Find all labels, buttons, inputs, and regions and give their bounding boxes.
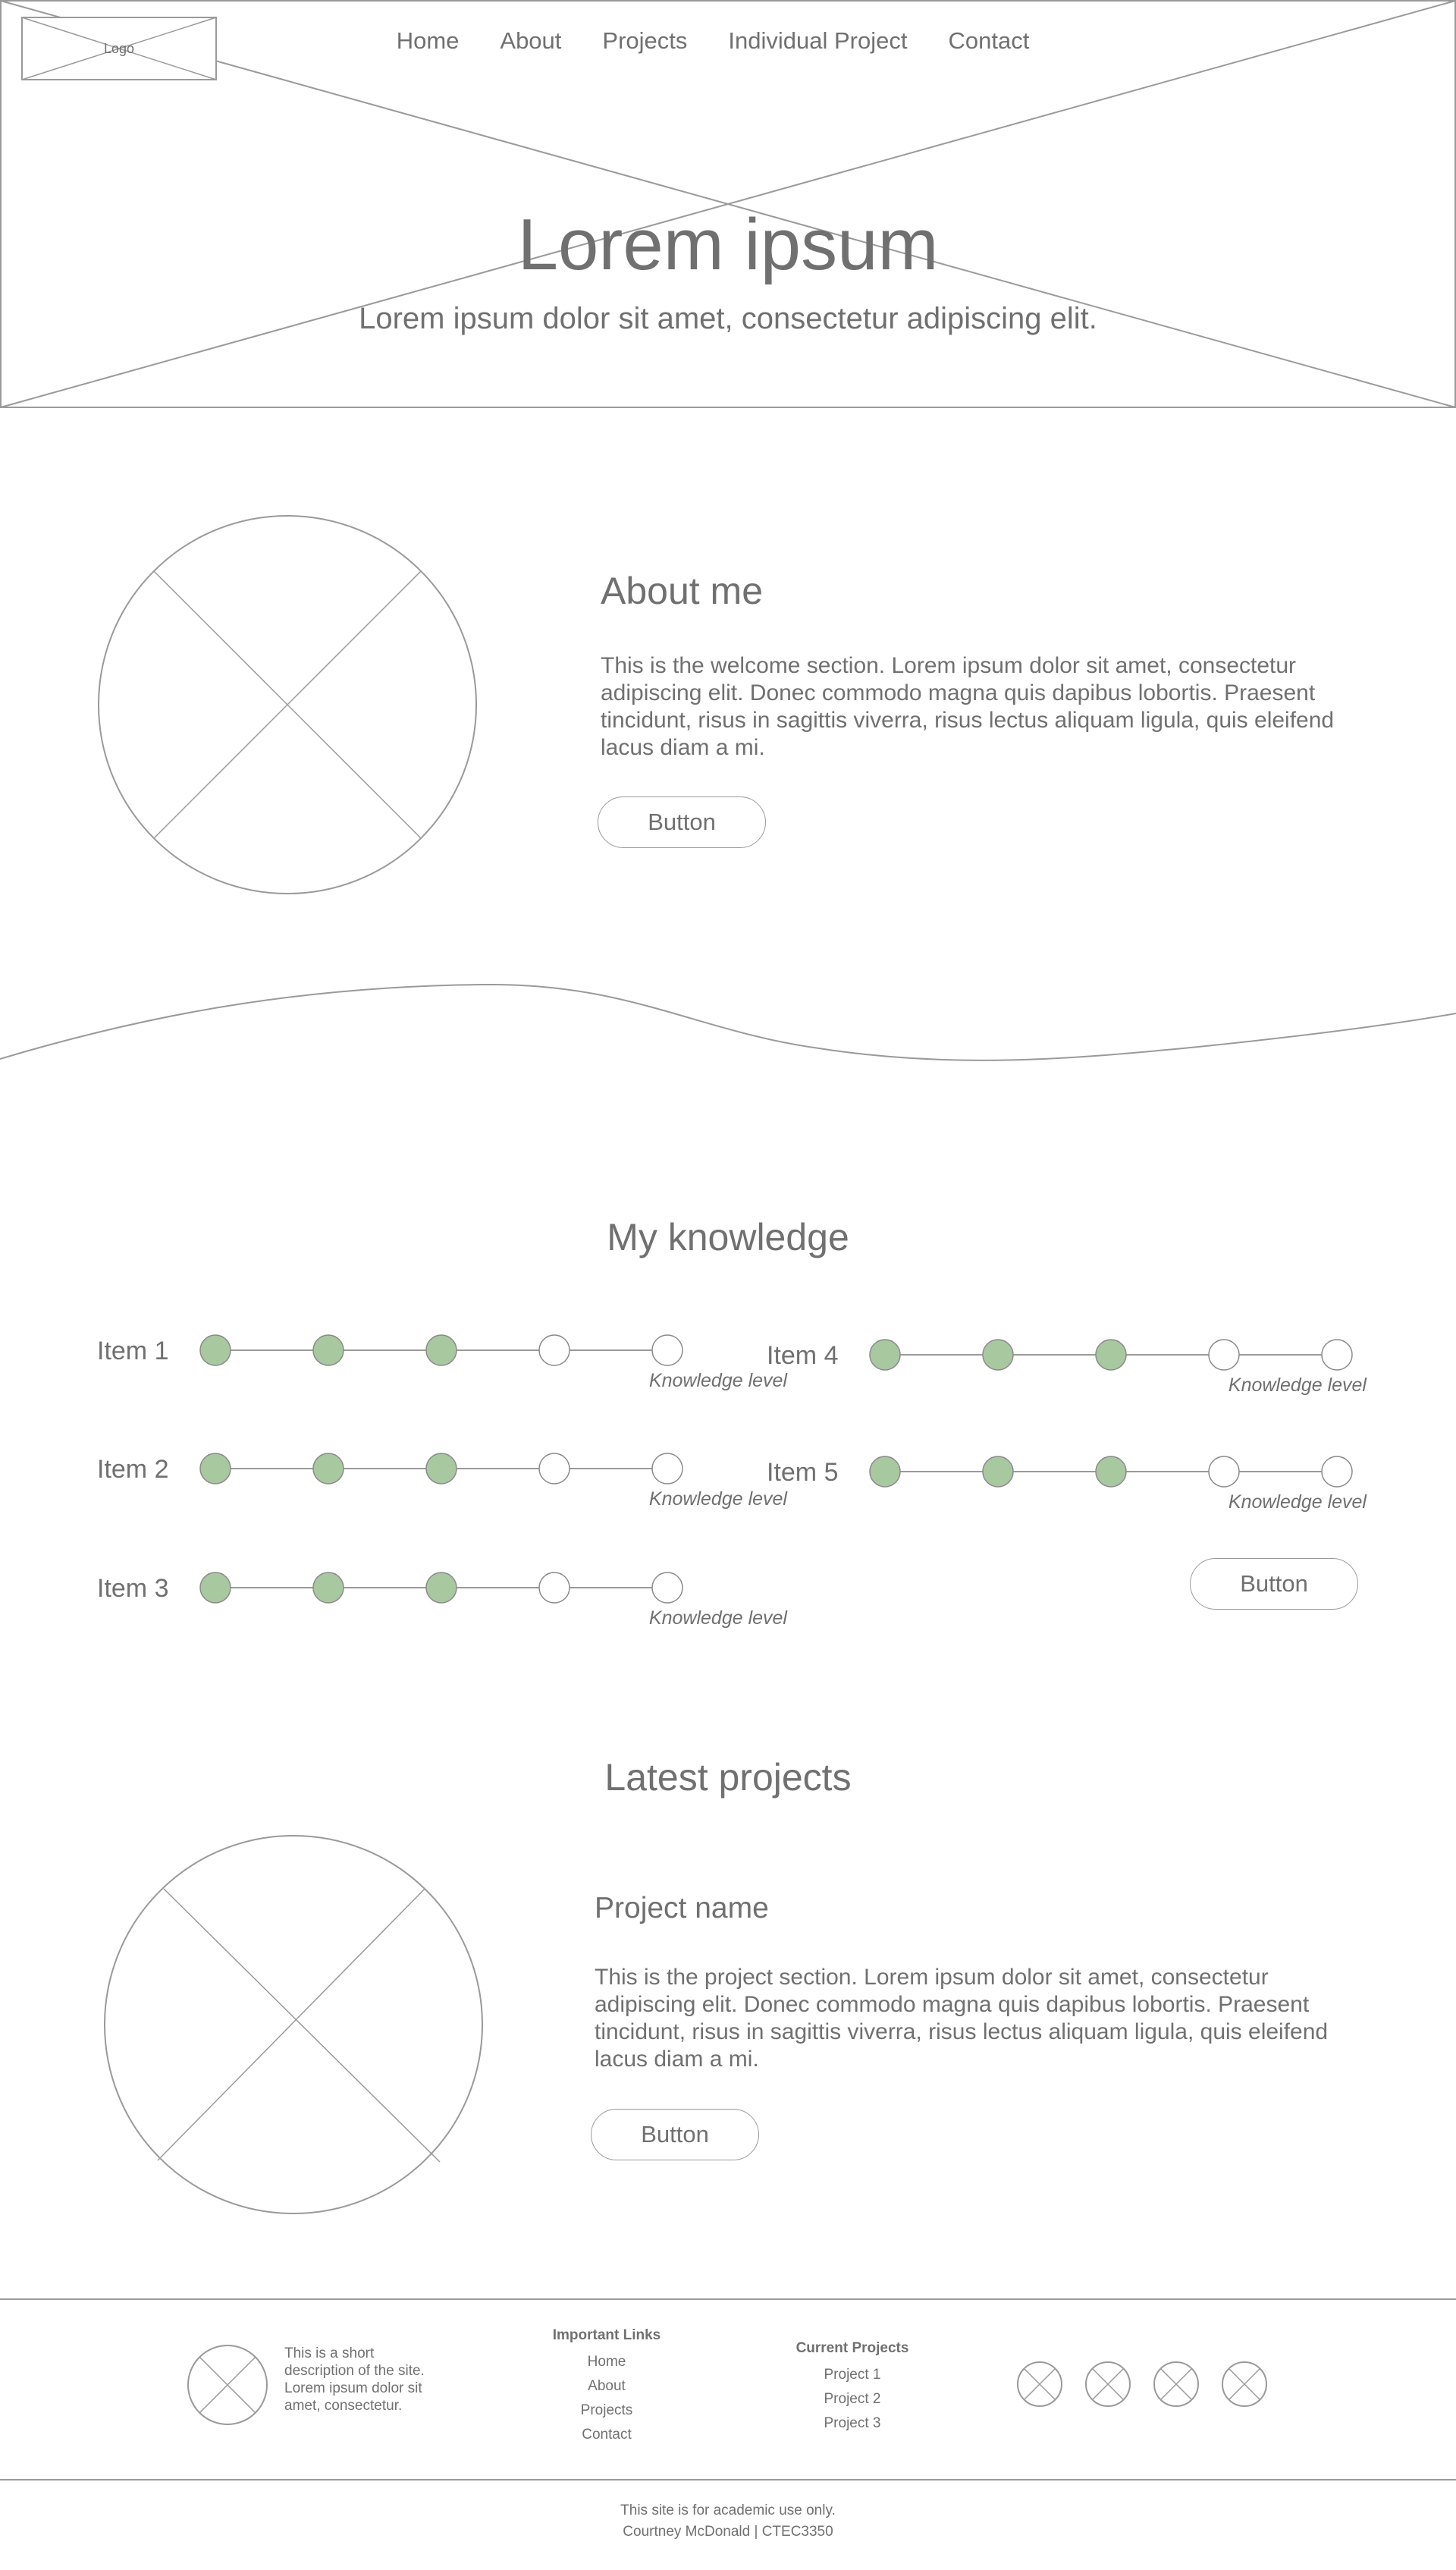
footer-logo-icon[interactable] [187, 2344, 268, 2426]
knowledge-dot-empty [1208, 1456, 1240, 1488]
knowledge-dot-empty [651, 1453, 683, 1485]
footer-disclaimer: This site is for academic use only. [620, 2502, 836, 2518]
project-image-placeholder [104, 1835, 483, 2214]
main-nav: Home About Projects Individual Project C… [0, 27, 1456, 58]
knowledge-item-label: Item 2 [97, 1455, 169, 1484]
footer-current-projects: Current Projects Project 1 Project 2 Pro… [761, 2340, 943, 2436]
project-name: Project name [595, 1892, 769, 1924]
knowledge-button[interactable]: Button [1190, 1558, 1358, 1610]
footer-link-home[interactable]: Home [516, 2350, 698, 2374]
knowledge-dot-filled [425, 1334, 457, 1366]
knowledge-item-1: Item 1 Knowledge level [97, 1334, 787, 1409]
knowledge-item-label: Item 5 [767, 1458, 839, 1487]
footer-link-project-2[interactable]: Project 2 [761, 2387, 943, 2411]
nav-contact[interactable]: Contact [948, 27, 1029, 58]
footer-link-projects[interactable]: Projects [516, 2399, 698, 2423]
knowledge-level-label: Knowledge level [648, 1488, 787, 1510]
about-text: This is the welcome section. Lorem ipsum… [601, 653, 1335, 760]
knowledge-dot-filled [312, 1334, 344, 1366]
knowledge-dot-empty [651, 1572, 683, 1604]
social-icon-4[interactable] [1221, 2361, 1268, 2408]
knowledge-item-5: Item 5 Knowledge level [767, 1455, 1373, 1531]
hero-title: Lorem ipsum [517, 204, 939, 285]
knowledge-dot-filled [1095, 1456, 1127, 1488]
knowledge-item-3: Item 3 Knowledge level [97, 1571, 787, 1647]
footer-bottom-divider [0, 2479, 1456, 2480]
knowledge-dot-empty [651, 1334, 683, 1366]
knowledge-dot-filled [425, 1572, 457, 1604]
knowledge-level-scale [199, 1453, 683, 1485]
knowledge-level-label: Knowledge level [648, 1370, 787, 1391]
footer-link-project-3[interactable]: Project 3 [761, 2411, 943, 2436]
knowledge-dot-filled [1095, 1339, 1127, 1371]
knowledge-level-scale [199, 1572, 683, 1604]
about-image-placeholder [98, 515, 477, 894]
knowledge-dot-empty [1321, 1339, 1353, 1371]
knowledge-dot-filled [982, 1339, 1014, 1371]
knowledge-dot-empty [538, 1453, 570, 1485]
knowledge-dot-empty [538, 1334, 570, 1366]
nav-about[interactable]: About [500, 27, 561, 58]
knowledge-dot-empty [1208, 1339, 1240, 1371]
footer-credit: Courtney McDonald | CTEC3350 [623, 2524, 833, 2540]
project-text: This is the project section. Lorem ipsum… [595, 1965, 1329, 2072]
social-icon-3[interactable] [1153, 2361, 1200, 2408]
knowledge-dot-empty [538, 1572, 570, 1604]
footer-important-links-title: Important Links [552, 2327, 661, 2343]
knowledge-item-label: Item 4 [767, 1341, 839, 1370]
knowledge-dot-filled [425, 1453, 457, 1485]
footer-important-links: Important Links Home About Projects Cont… [516, 2327, 698, 2447]
about-button[interactable]: Button [598, 796, 766, 848]
knowledge-dot-filled [199, 1572, 231, 1604]
knowledge-dot-filled [869, 1456, 901, 1488]
knowledge-level-scale [869, 1339, 1353, 1371]
knowledge-dot-filled [199, 1453, 231, 1485]
nav-individual-project[interactable]: Individual Project [728, 27, 907, 58]
knowledge-level-label: Knowledge level [1228, 1491, 1367, 1513]
knowledge-item-4: Item 4 Knowledge level [767, 1338, 1373, 1414]
about-heading: About me [601, 570, 764, 612]
knowledge-heading: My knowledge [607, 1216, 849, 1258]
nav-projects[interactable]: Projects [602, 27, 687, 58]
footer-link-about[interactable]: About [516, 2374, 698, 2399]
knowledge-dot-empty [1321, 1456, 1353, 1488]
knowledge-dot-filled [869, 1339, 901, 1371]
hero-subtitle: Lorem ipsum dolor sit amet, consectetur … [359, 302, 1097, 335]
projects-heading: Latest projects [604, 1756, 852, 1799]
knowledge-dot-filled [312, 1453, 344, 1485]
knowledge-dot-filled [199, 1334, 231, 1366]
knowledge-item-label: Item 1 [97, 1337, 169, 1365]
footer-link-project-1[interactable]: Project 1 [761, 2363, 943, 2387]
knowledge-level-label: Knowledge level [648, 1607, 787, 1629]
knowledge-dot-filled [312, 1572, 344, 1604]
wave-divider [0, 983, 1456, 1061]
knowledge-level-scale [199, 1334, 683, 1366]
footer-current-projects-title: Current Projects [795, 2340, 909, 2356]
footer-description: This is a short description of the site.… [284, 2345, 425, 2414]
knowledge-level-scale [869, 1456, 1353, 1488]
footer-top-divider [0, 2298, 1456, 2300]
social-icon-2[interactable] [1084, 2361, 1131, 2408]
knowledge-dot-filled [982, 1456, 1014, 1488]
social-icon-1[interactable] [1016, 2361, 1063, 2408]
footer-link-contact[interactable]: Contact [516, 2423, 698, 2447]
knowledge-level-label: Knowledge level [1228, 1375, 1367, 1396]
nav-home[interactable]: Home [397, 27, 460, 58]
knowledge-item-2: Item 2 Knowledge level [97, 1452, 787, 1528]
knowledge-item-label: Item 3 [97, 1574, 169, 1603]
project-button[interactable]: Button [591, 2109, 759, 2160]
